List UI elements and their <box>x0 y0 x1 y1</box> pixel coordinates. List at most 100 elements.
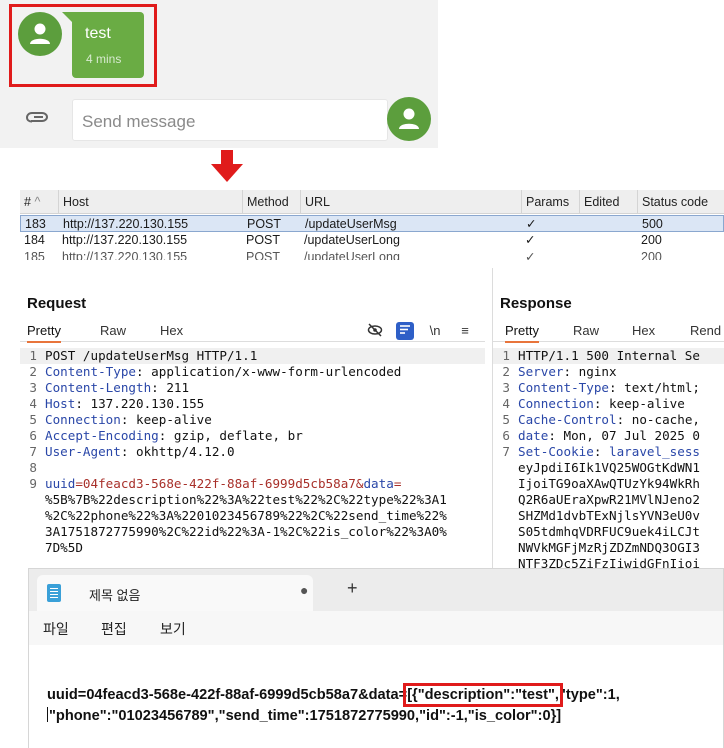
response-editor[interactable]: 1 HTTP/1.1 500 Internal Se 2 Server: nginx… <box>493 348 724 568</box>
notepad-text-area[interactable]: uuid=04feacd3-568e-422f-88af-6999d5cb58a… <box>29 645 723 748</box>
code-line: 1 POST /updateUserMsg HTTP/1.1 <box>20 348 485 364</box>
menu-icon[interactable]: ≡ <box>456 322 474 340</box>
code-line: 7D%5D <box>45 540 83 555</box>
hide-icon[interactable] <box>366 322 384 340</box>
row-host: http://137.220.130.155 <box>62 233 188 247</box>
row-host: http://137.220.130.155 <box>62 250 188 260</box>
code-line: 5 Cache-Control: no-cache, <box>502 412 700 427</box>
notepad-tab-bar: 제목 없음 ● + <box>29 569 723 611</box>
newline-toggle[interactable]: \n <box>426 322 444 340</box>
table-row[interactable]: 184 http://137.220.130.155 POST /updateU… <box>20 232 724 249</box>
unsaved-dot-icon[interactable]: ● <box>300 582 308 598</box>
http-history-table: # ^ Host Method URL Params Edited Status… <box>20 190 724 260</box>
code-line: 2 Server: nginx <box>502 364 617 379</box>
column-header-host[interactable]: Host <box>58 190 242 214</box>
tab-raw[interactable]: Raw <box>573 323 599 338</box>
row-edited <box>579 232 637 249</box>
code-line: %5B%7B%22description%22%3A%22test%22%2C%… <box>45 492 447 507</box>
chat-panel: test 4 mins Send message <box>0 0 438 148</box>
tab-pretty[interactable]: Pretty <box>27 323 61 343</box>
message-composer: Send message <box>12 96 438 148</box>
code-line: S05tdmhqVDRFUC9uek4iLCJt <box>518 524 700 539</box>
response-tabs: Pretty Raw Hex Rend <box>493 320 724 343</box>
code-line: %2C%22phone%22%3A%2201023456789%22%2C%22… <box>45 508 447 523</box>
user-avatar-icon[interactable] <box>387 97 431 141</box>
message-time: 4 mins <box>86 52 122 66</box>
column-header-status[interactable]: Status code <box>637 190 724 214</box>
code-line: eyJpdiI6Ik1VQ25WOGtKdWN1 <box>518 460 700 475</box>
request-panel: Request Pretty Raw Hex \n ≡ 1 POST /updat… <box>20 268 485 568</box>
menu-file[interactable]: 파일 <box>43 619 69 639</box>
row-method: POST <box>246 233 281 247</box>
message-input[interactable]: Send message <box>72 99 388 141</box>
code-line: 3 Content-Type: text/html; <box>502 380 700 395</box>
code-line: Q2R6aUEraXpwR21MVlNJeno2 <box>518 492 700 507</box>
row-url: /updateUserMsg <box>305 217 397 231</box>
message-text: test <box>85 25 111 42</box>
table-row[interactable]: 183 http://137.220.130.155 POST /updateU… <box>20 215 724 232</box>
paperclip-icon[interactable] <box>26 110 52 132</box>
request-editor[interactable]: 1 POST /updateUserMsg HTTP/1.1 2 Content-T… <box>20 348 485 556</box>
table-row[interactable]: 185 http://137.220.130.155 POST /updateU… <box>20 249 724 260</box>
code-line: 4 Host: 137.220.130.155 <box>29 396 205 411</box>
notepad-text-segment: "type":1, <box>558 687 620 703</box>
notepad-tab[interactable]: 제목 없음 ● <box>37 575 313 611</box>
code-line: NTF3ZDc5ZiFzIiwidGFnIioi <box>518 556 700 568</box>
notepad-tab-title: 제목 없음 <box>89 588 141 603</box>
code-line: IjoiTG9oaXAwQTUzYk94WkRh <box>518 476 700 491</box>
column-header-method[interactable]: Method <box>242 190 300 214</box>
table-header: # ^ Host Method URL Params Edited Status… <box>20 190 724 214</box>
column-header-params[interactable]: Params <box>521 190 579 214</box>
row-url: /updateUserLong <box>304 233 400 247</box>
code-line: 6 date: Mon, 07 Jul 2025 0 <box>502 428 700 443</box>
notepad-window: 제목 없음 ● + 파일 편집 보기 uuid=04feacd3-568e-42… <box>28 568 724 748</box>
row-host: http://137.220.130.155 <box>63 217 189 231</box>
row-number: 184 <box>24 233 45 247</box>
highlighted-description: [{"description":"test", <box>403 683 563 707</box>
notepad-text-segment: "phone":"01023456789","send_time":175187… <box>49 708 562 724</box>
code-line: 6 Accept-Encoding: gzip, deflate, br <box>29 428 303 443</box>
row-edited <box>580 216 638 233</box>
menu-view[interactable]: 보기 <box>160 619 186 639</box>
pretty-print-icon[interactable] <box>396 322 414 340</box>
code-line: 7 User-Agent: okhttp/4.12.0 <box>29 444 235 459</box>
row-params: ✓ <box>526 217 537 231</box>
user-avatar-icon <box>18 12 62 56</box>
message-input-placeholder: Send message <box>82 112 196 131</box>
notepad-content: uuid=04feacd3-568e-422f-88af-6999d5cb58a… <box>47 683 719 727</box>
column-header-url[interactable]: URL <box>300 190 521 214</box>
tab-render[interactable]: Rend <box>690 323 721 338</box>
message-bubble[interactable]: test 4 mins <box>62 12 144 78</box>
row-edited <box>579 249 637 260</box>
tab-hex[interactable]: Hex <box>160 323 183 338</box>
code-line: 3 Content-Length: 211 <box>29 380 190 395</box>
code-line: 4 Connection: keep-alive <box>502 396 685 411</box>
new-tab-button[interactable]: + <box>347 579 358 597</box>
row-method: POST <box>246 250 281 260</box>
code-line: 3A1751872775990%2C%22id%22%3A-1%2C%22is_… <box>45 524 447 539</box>
tab-pretty[interactable]: Pretty <box>505 323 539 343</box>
request-tabs: Pretty Raw Hex \n ≡ <box>20 320 485 343</box>
code-line: NWVkMGFjMzRjZDZmNDQ3OGI3 <box>518 540 700 555</box>
response-title: Response <box>500 295 572 312</box>
text-caret <box>47 707 48 722</box>
column-header-edited[interactable]: Edited <box>579 190 637 214</box>
code-line: 9 uuid=04feacd3-568e-422f-88af-6999d5cb58… <box>29 476 402 491</box>
row-status: 200 <box>641 233 662 247</box>
code-line: 5 Connection: keep-alive <box>29 412 212 427</box>
row-number: 183 <box>25 217 46 231</box>
code-line: 1 HTTP/1.1 500 Internal Se <box>493 348 724 364</box>
code-line: 8 <box>29 460 37 475</box>
code-line: 2 Content-Type: application/x-www-form-ur… <box>29 364 402 379</box>
menu-edit[interactable]: 편집 <box>101 619 127 639</box>
response-panel: Response Pretty Raw Hex Rend 1 HTTP/1.1 5… <box>492 268 724 568</box>
column-header-number[interactable]: # ^ <box>20 190 58 214</box>
row-url: /updateUserLong <box>304 250 400 260</box>
code-line: SHZMd1dvbTExNjlsYVN3eU0v <box>518 508 700 523</box>
request-title: Request <box>27 295 87 312</box>
row-status: 200 <box>641 250 662 260</box>
tab-hex[interactable]: Hex <box>632 323 655 338</box>
row-status: 500 <box>642 217 663 231</box>
tab-raw[interactable]: Raw <box>100 323 126 338</box>
notepad-menu-bar: 파일 편집 보기 <box>29 611 723 641</box>
